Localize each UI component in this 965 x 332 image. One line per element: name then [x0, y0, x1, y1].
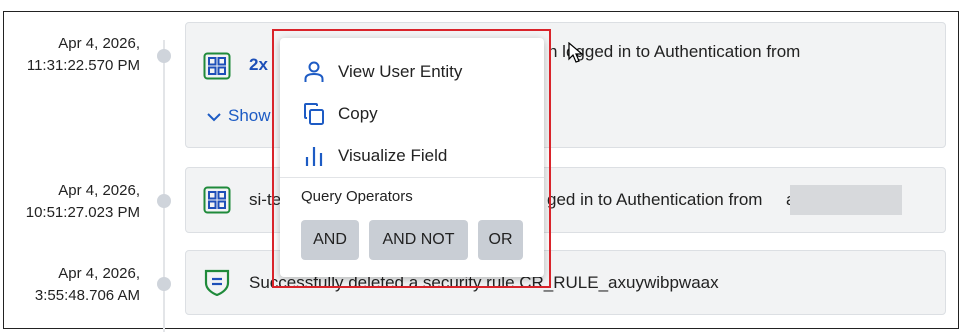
- highlight-box: [272, 29, 551, 288]
- timeline-dot: [157, 194, 171, 208]
- timeline-dot: [157, 49, 171, 63]
- timeline-dot: [157, 277, 171, 291]
- event-timestamp: Apr 4, 2026, 11:31:22.570 PM: [27, 33, 140, 77]
- redacted-field: [790, 185, 902, 215]
- event-date: Apr 4, 2026,: [58, 35, 140, 52]
- event-timestamp: Apr 4, 2026, 3:55:48.706 AM: [35, 263, 140, 307]
- event-message: ged in to Authentication from: [547, 190, 763, 209]
- event-date: Apr 4, 2026,: [58, 265, 140, 282]
- event-message: n logged in to Authentication from: [548, 42, 801, 61]
- grid-app-icon: [203, 52, 231, 80]
- event-time: 11:31:22.570 PM: [26, 57, 140, 74]
- event-date: Apr 4, 2026,: [58, 182, 140, 199]
- shield-icon: [204, 269, 230, 296]
- show-label: Show: [228, 106, 271, 125]
- event-timestamp: Apr 4, 2026, 10:51:27.023 PM: [26, 180, 140, 224]
- event-time: 10:51:27.023 PM: [25, 204, 140, 221]
- chevron-down-icon: [207, 112, 221, 121]
- grid-app-icon: [203, 186, 231, 214]
- event-count: 2x: [249, 55, 268, 74]
- event-time: 3:55:48.706 AM: [34, 287, 140, 304]
- mouse-cursor-icon: [568, 42, 584, 63]
- show-toggle[interactable]: Show: [206, 106, 271, 126]
